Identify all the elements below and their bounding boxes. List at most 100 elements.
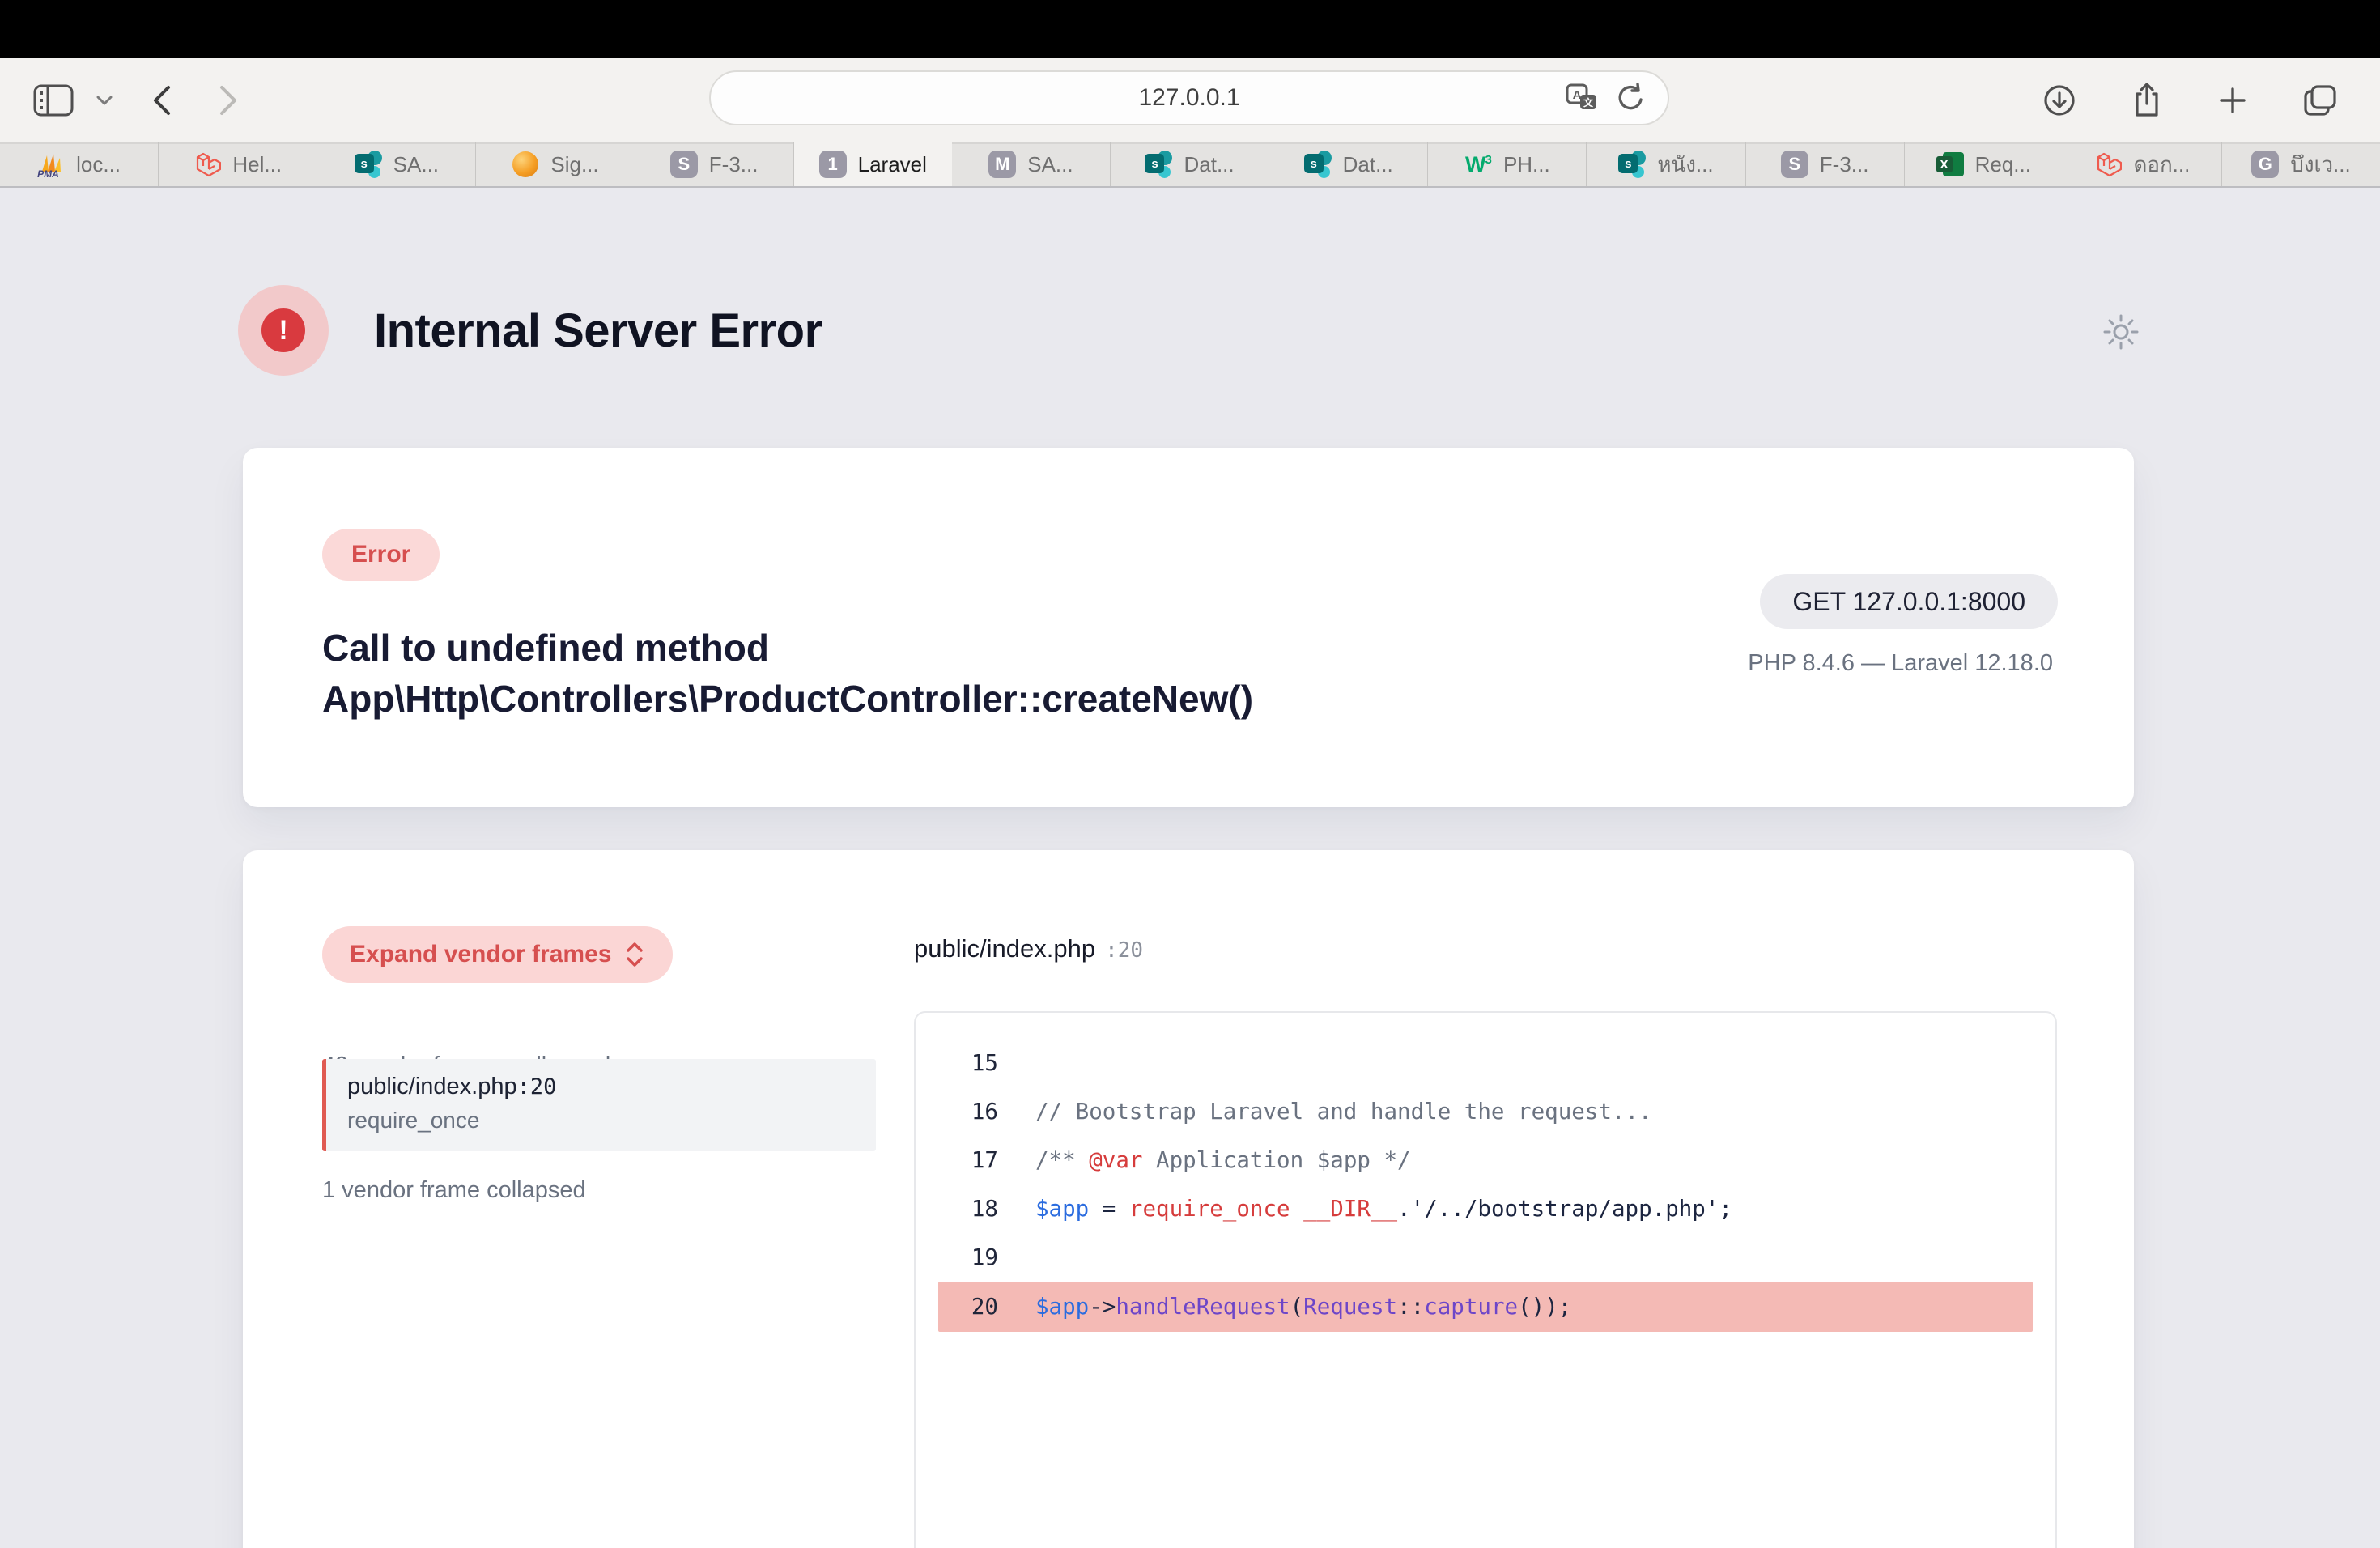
stack-frame-item[interactable]: public/index.php:20 require_once — [322, 1059, 876, 1151]
browser-tab[interactable]: ดอก... — [2063, 142, 2222, 186]
share-icon[interactable] — [2131, 81, 2163, 120]
chevron-up-down-icon — [624, 941, 645, 968]
exception-summary-card: Error Call to undefined method App\Http\… — [243, 448, 2134, 807]
laravel-icon — [2094, 151, 2122, 178]
stack-frame-caller: require_once — [347, 1108, 876, 1133]
browser-tab[interactable]: PMA loc... — [0, 142, 159, 186]
browser-tab[interactable]: M SA... — [952, 142, 1111, 186]
tab-overview-icon[interactable] — [2302, 83, 2338, 117]
tab-label: บึงเว... — [2290, 148, 2350, 181]
sharepoint-icon: s — [355, 151, 382, 178]
tab-label: SA... — [1027, 152, 1073, 177]
code-token: Request — [1303, 1294, 1397, 1320]
line-number: 15 — [938, 1050, 998, 1076]
tab-label: F-3... — [1820, 152, 1869, 177]
code-token: = — [1089, 1196, 1129, 1222]
sharepoint-icon: s — [1304, 151, 1332, 178]
error-status-icon: ! — [238, 285, 329, 376]
code-line: 19 — [938, 1233, 2033, 1282]
sidebar-toggle-icon[interactable] — [32, 83, 74, 117]
code-token: // Bootstrap Laravel and handle the requ… — [1035, 1099, 1652, 1125]
address-bar[interactable]: 127.0.0.1 A 文 — [709, 70, 1669, 125]
tab-label: หนัง... — [1657, 148, 1713, 181]
exception-message-line2: App\Http\Controllers\ProductController::… — [322, 674, 1698, 725]
tab-label: Req... — [1975, 152, 2031, 177]
tab-label: PH... — [1503, 152, 1550, 177]
back-icon[interactable] — [149, 83, 173, 118]
browser-tab[interactable]: s SA... — [317, 142, 476, 186]
stack-trace-card: Expand vendor frames 49 vendor frames co… — [243, 850, 2134, 1548]
tab-label: SA... — [393, 152, 439, 177]
exception-message-line1: Call to undefined method — [322, 623, 1698, 674]
laravel-error-page: ! Internal Server Error Error Call to un… — [0, 188, 2380, 1548]
expand-vendor-frames-label: Expand vendor frames — [350, 941, 611, 968]
code-token: ( — [1290, 1294, 1304, 1320]
browser-tab[interactable]: X Req... — [1905, 142, 2063, 186]
reload-icon[interactable] — [1616, 82, 1647, 114]
php-laravel-versions: PHP 8.4.6 — Laravel 12.18.0 — [1748, 650, 2053, 677]
site-letter-icon: G — [2251, 151, 2279, 178]
snippet-line-number: :20 — [1105, 938, 1143, 963]
browser-tab[interactable]: Sig... — [476, 142, 635, 186]
error-type-badge: Error — [322, 529, 440, 580]
phpmyadmin-icon: PMA — [37, 151, 65, 178]
code-text: // Bootstrap Laravel and handle the requ… — [1035, 1099, 1652, 1125]
code-snippet-heading: public/index.php :20 — [914, 934, 1143, 963]
line-number: 16 — [938, 1099, 998, 1125]
tab-bar: PMA loc... Hel... s SA... Sig... S F-3... 1Larav… — [0, 142, 2380, 188]
svg-text:A: A — [1573, 88, 1582, 102]
tab-label: ดอก... — [2133, 148, 2190, 181]
code-token: capture — [1424, 1294, 1518, 1320]
excel-icon: X — [1936, 151, 1964, 178]
expand-vendor-frames-button[interactable]: Expand vendor frames — [322, 926, 673, 983]
code-token: ()); — [1518, 1294, 1571, 1320]
line-number: 20 — [938, 1294, 998, 1320]
code-text: $app->handleRequest(Request::capture()); — [1035, 1294, 1571, 1320]
downloads-icon[interactable] — [2042, 83, 2077, 118]
browser-tab[interactable]: sDat... — [1111, 142, 1269, 186]
code-text: /** @var Application $app */ — [1035, 1147, 1411, 1173]
tab-label: Hel... — [232, 152, 282, 177]
w3schools-icon: W3 — [1464, 151, 1492, 178]
code-token: @var — [1089, 1147, 1142, 1173]
tab-label: Dat... — [1184, 152, 1234, 177]
code-token: -> — [1089, 1294, 1116, 1320]
browser-tab[interactable]: s หนัง... — [1587, 142, 1745, 186]
translate-icon[interactable]: A 文 — [1566, 83, 1598, 113]
code-line: 16 // Bootstrap Laravel and handle the re… — [938, 1087, 2033, 1136]
browser-tab-active[interactable]: 1Laravel — [794, 142, 952, 186]
site-letter-icon: M — [988, 151, 1016, 178]
browser-tab[interactable]: sDat... — [1269, 142, 1428, 186]
browser-tab[interactable]: SF-3... — [635, 142, 794, 186]
menu-bar-strip — [0, 0, 2380, 58]
exception-message: Call to undefined method App\Http\Contro… — [322, 623, 1698, 725]
browser-tab[interactable]: Hel... — [159, 142, 317, 186]
tab-label: Sig... — [550, 152, 598, 177]
site-letter-icon: S — [1781, 151, 1808, 178]
tab-label: loc... — [76, 152, 121, 177]
line-number: 18 — [938, 1196, 998, 1222]
line-number: 19 — [938, 1244, 998, 1270]
code-token: $app — [1035, 1294, 1089, 1320]
code-line: 17 /** @var Application $app */ — [938, 1136, 2033, 1184]
request-method-badge: GET 127.0.0.1:8000 — [1760, 574, 2058, 629]
orange-globe-icon — [512, 151, 539, 178]
browser-tab[interactable]: S F-3... — [1746, 142, 1905, 186]
browser-tab[interactable]: W3 PH... — [1428, 142, 1587, 186]
page-title: Internal Server Error — [374, 304, 822, 358]
code-line: 15 — [938, 1039, 2033, 1087]
snippet-file-name: public/index.php — [914, 934, 1095, 963]
sidebar-chevron-down-icon[interactable] — [96, 95, 113, 106]
tab-label: F-3... — [709, 152, 759, 177]
stack-frame-file: public/index.php:20 — [347, 1074, 876, 1100]
code-token: /** — [1035, 1147, 1089, 1173]
tab-label: Laravel — [858, 152, 927, 177]
forward-icon[interactable] — [217, 83, 241, 118]
vendor-frames-collapsed-bottom: 1 vendor frame collapsed — [322, 1177, 586, 1204]
code-line: 18$app = require_once __DIR__.'/../boots… — [938, 1184, 2033, 1233]
sharepoint-icon: s — [1618, 151, 1646, 178]
browser-tab[interactable]: G บึงเว... — [2222, 142, 2380, 186]
line-number: 17 — [938, 1147, 998, 1173]
new-tab-icon[interactable] — [2216, 84, 2249, 117]
theme-sun-icon[interactable] — [2100, 311, 2142, 353]
